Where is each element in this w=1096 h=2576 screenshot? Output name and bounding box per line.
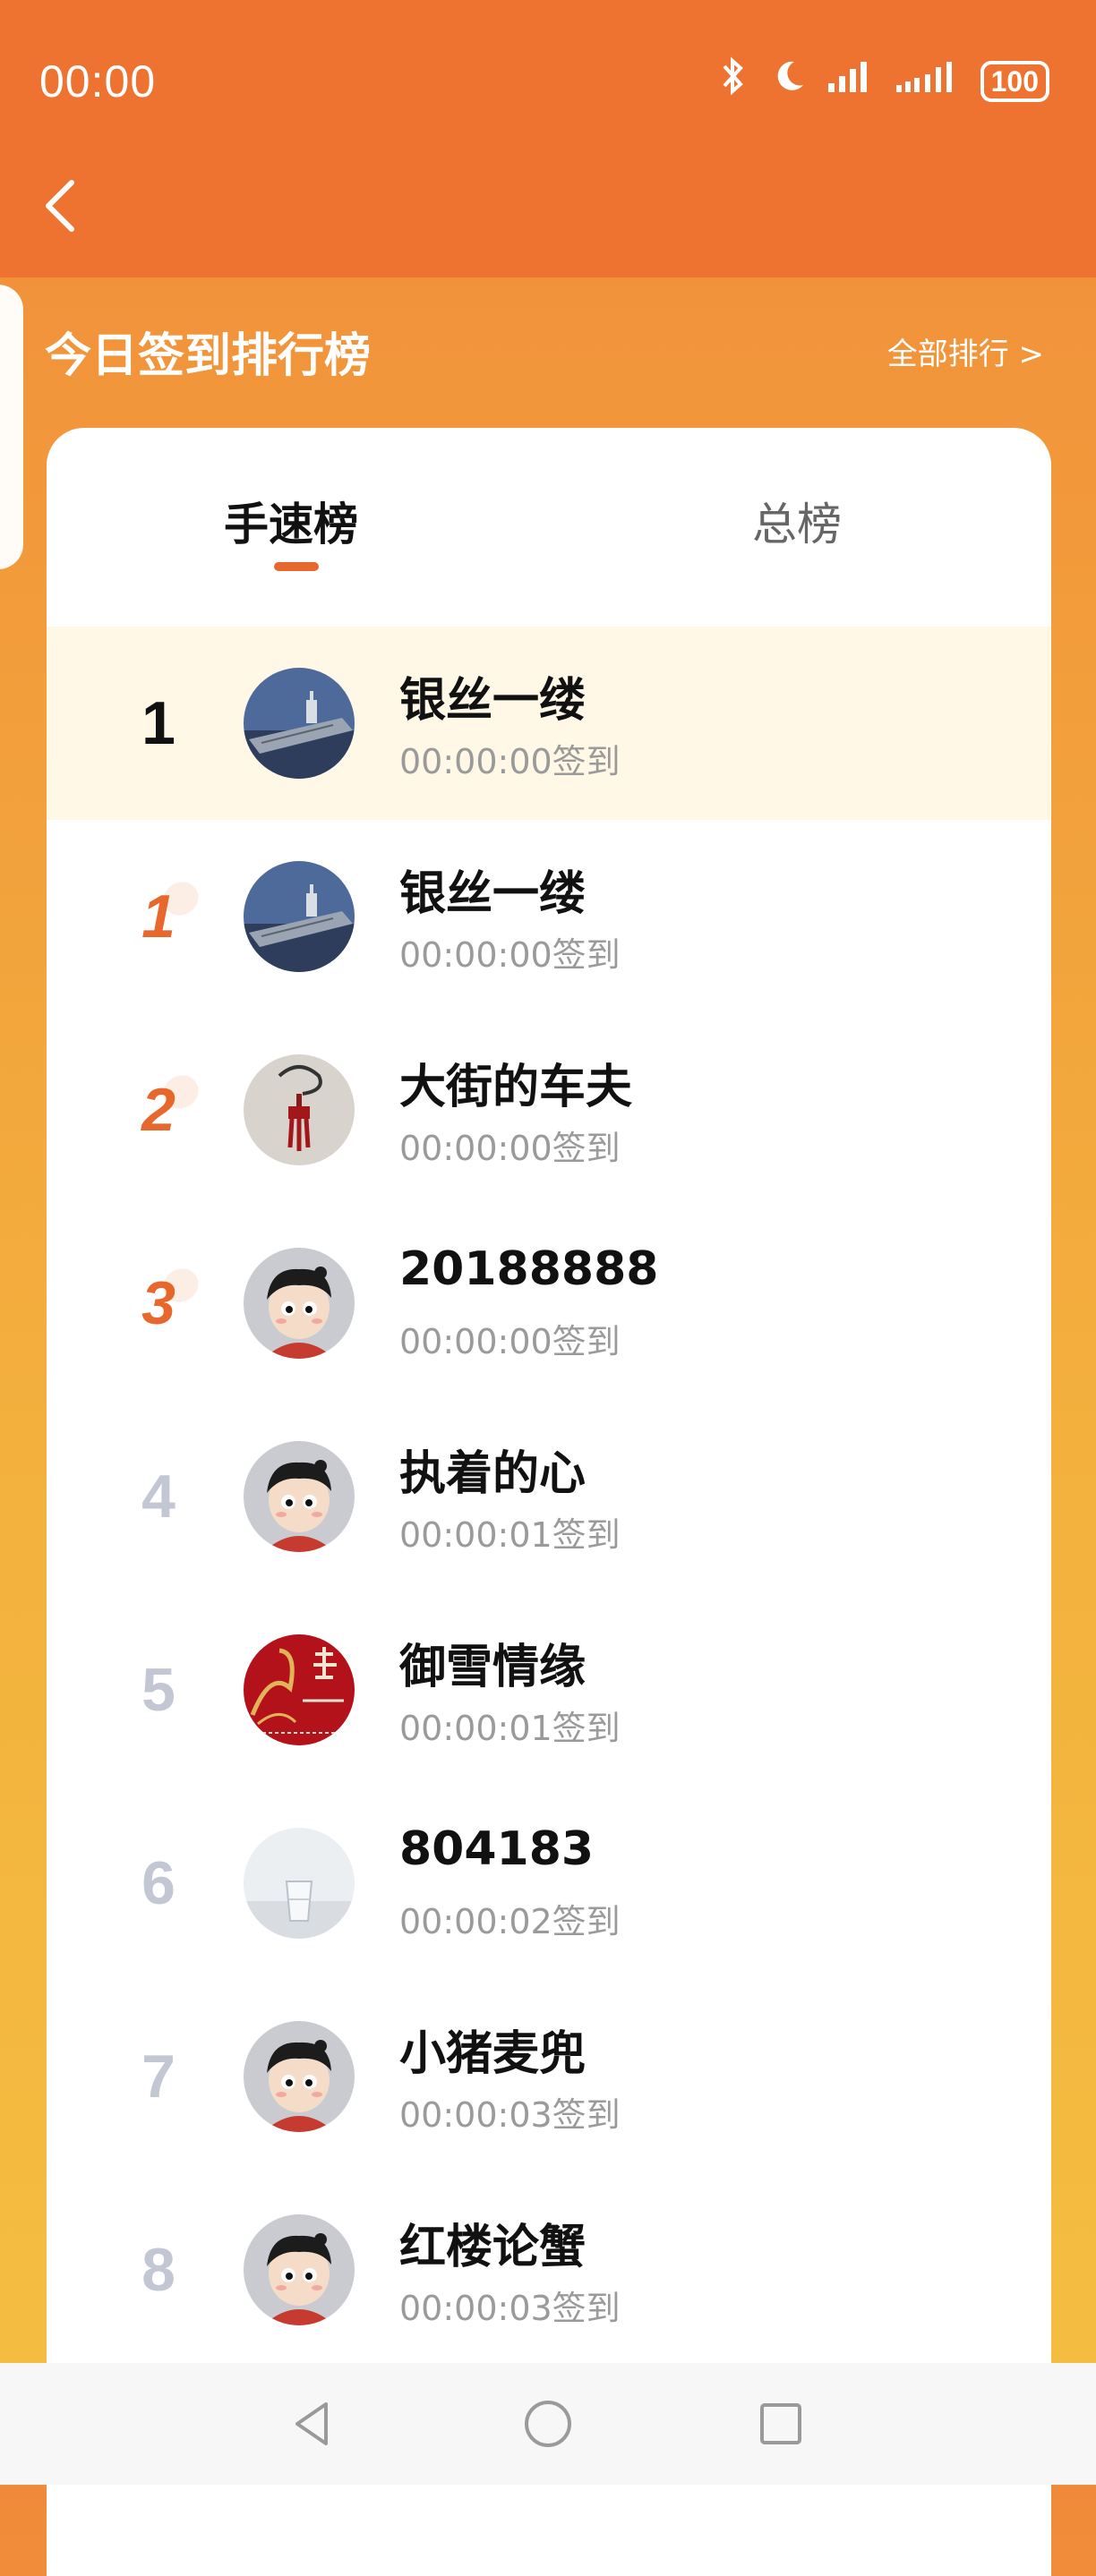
checkin-time: 00:00:00签到 (399, 1322, 621, 1361)
avatar[interactable] (244, 1054, 355, 1165)
triangle-back-icon (295, 2402, 328, 2445)
list-item[interactable]: 1 银丝一缕 00:00:00签到 (47, 820, 1051, 1013)
rank-number: 7 (141, 2043, 176, 2111)
checkin-time: 00:00:01签到 (399, 1709, 621, 1748)
user-name: 小猪麦兜 (399, 2027, 587, 2081)
avatar[interactable] (244, 2021, 355, 2132)
bluetooth-icon (715, 55, 751, 107)
my-rank-row[interactable]: 1 银丝一缕 00:00:00签到 (47, 627, 1051, 820)
nav-recents-button[interactable] (754, 2397, 808, 2451)
nav-back-button[interactable] (287, 2397, 340, 2451)
list-item[interactable]: 7 小猪麦兜 00:00:03签到 (47, 1980, 1051, 2173)
signal-2-icon (895, 58, 961, 104)
ranking-list: 1 银丝一缕 00:00:00签到 2 大街的车夫 00:00:00签到 3 2… (47, 820, 1051, 2367)
avatar[interactable] (244, 668, 355, 779)
rank-number: 2 (91, 1013, 226, 1207)
side-drawer-handle[interactable] (0, 285, 23, 569)
tab-total-ranking[interactable]: 总榜 (752, 489, 842, 553)
checkin-time: 00:00:01签到 (399, 1515, 621, 1555)
avatar[interactable] (244, 2214, 355, 2325)
user-name: 20188888 (399, 1242, 659, 1296)
list-item[interactable]: 8 红楼论蟹 00:00:03签到 (47, 2173, 1051, 2367)
rank-number: 6 (141, 1849, 176, 1917)
square-recents-icon (760, 2403, 801, 2444)
chevron-left-icon (46, 180, 74, 232)
checkin-time: 00:00:00签到 (399, 742, 621, 781)
tab-speed-ranking[interactable]: 手速榜 (224, 489, 358, 553)
checkin-time: 00:00:02签到 (399, 1902, 621, 1941)
app-header: 00:00 100 (0, 0, 1096, 277)
battery-indicator: 100 (980, 60, 1049, 102)
list-item[interactable]: 2 大街的车夫 00:00:00签到 (47, 1013, 1051, 1207)
circle-home-icon (525, 2401, 571, 2447)
user-name: 御雪情缘 (399, 1641, 587, 1694)
leaderboard-card: 手速榜 总榜 1 银丝一缕 00:00:00签到 1 银丝一缕 00:00:00… (47, 428, 1051, 2576)
avatar[interactable] (244, 1248, 355, 1359)
list-item[interactable]: 6 804183 00:00:02签到 (47, 1787, 1051, 1980)
tab-indicator (274, 562, 319, 571)
avatar[interactable] (244, 1441, 355, 1552)
user-name: 执着的心 (399, 1447, 587, 1501)
user-name: 银丝一缕 (399, 674, 587, 728)
rank-number: 1 (141, 689, 176, 757)
checkin-time: 00:00:00签到 (399, 1129, 621, 1168)
avatar[interactable] (244, 1828, 355, 1939)
checkin-time: 00:00:03签到 (399, 2095, 621, 2135)
all-ranking-link[interactable]: 全部排行 > (887, 329, 1044, 373)
user-name: 大街的车夫 (399, 1061, 633, 1114)
tab-bar: 手速榜 总榜 (47, 428, 1051, 627)
list-item[interactable]: 5 御雪情缘 00:00:01签到 (47, 1593, 1051, 1787)
back-button[interactable] (36, 170, 90, 242)
user-name: 红楼论蟹 (399, 2221, 587, 2274)
rank-number: 4 (141, 1463, 176, 1531)
status-time: 00:00 (39, 56, 157, 107)
checkin-time: 00:00:00签到 (399, 935, 621, 975)
avatar[interactable] (244, 861, 355, 972)
rank-number: 3 (91, 1207, 226, 1400)
user-name: 804183 (399, 1822, 595, 1876)
page-title: 今日签到排行榜 (45, 329, 372, 383)
nav-home-button[interactable] (521, 2397, 575, 2451)
list-item[interactable]: 3 20188888 00:00:00签到 (47, 1207, 1051, 1400)
user-name: 银丝一缕 (399, 867, 587, 921)
rank-number: 5 (141, 1656, 176, 1724)
rank-number: 1 (91, 820, 226, 1013)
moon-icon (771, 58, 807, 104)
list-item[interactable]: 4 执着的心 00:00:01签到 (47, 1400, 1051, 1593)
checkin-time: 00:00:03签到 (399, 2289, 621, 2328)
rank-number: 8 (141, 2236, 176, 2304)
system-nav-bar (0, 2363, 1096, 2485)
avatar[interactable] (244, 1634, 355, 1745)
status-icons: 100 (715, 55, 1049, 107)
signal-icon (826, 58, 875, 104)
